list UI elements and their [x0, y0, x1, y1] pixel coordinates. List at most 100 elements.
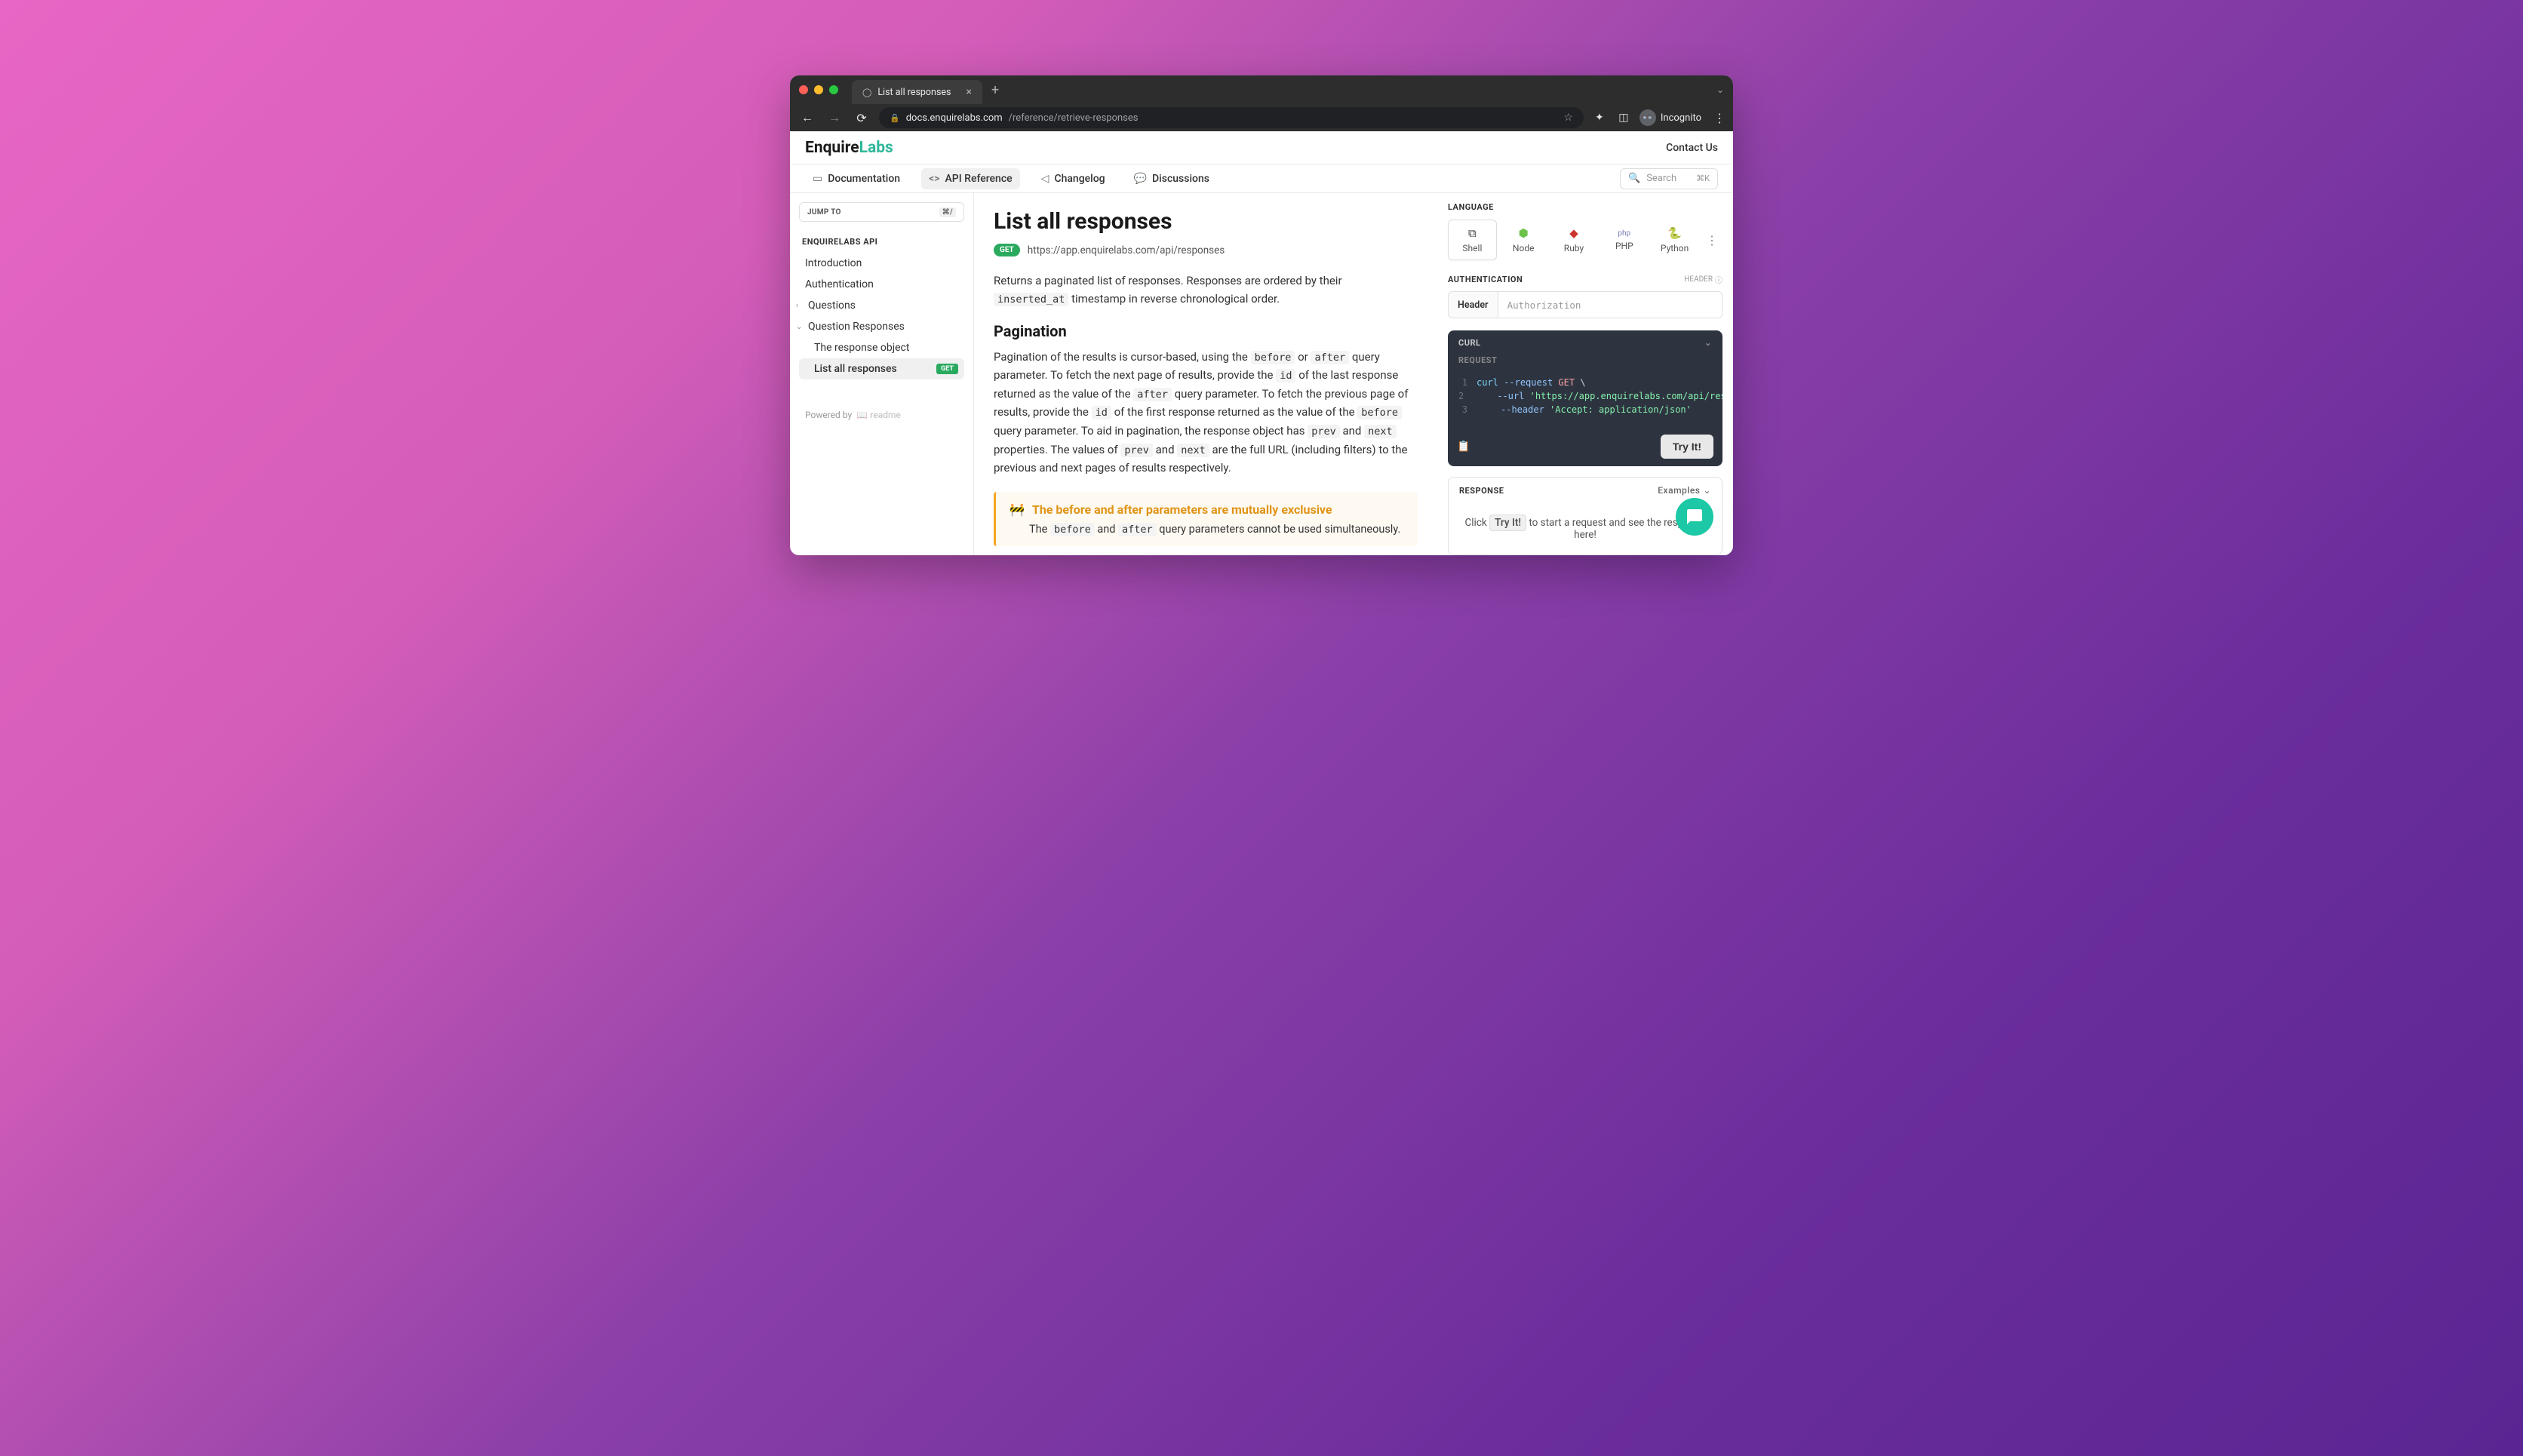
tab-label: Documentation — [828, 173, 900, 185]
try-it-inline: Try It! — [1489, 515, 1526, 531]
auth-header-row: AUTHENTICATION HEADERⓘ — [1448, 274, 1722, 285]
lang-node[interactable]: ⬢Node — [1500, 220, 1547, 260]
response-header: RESPONSE Examples ⌄ — [1449, 478, 1722, 503]
shell-icon: ⧉ — [1468, 226, 1477, 240]
warning-callout: 🚧 The before and after parameters are mu… — [994, 492, 1418, 546]
search-icon: 🔍 — [1628, 173, 1640, 184]
response-label: RESPONSE — [1459, 486, 1504, 496]
lock-icon: 🔒 — [890, 113, 900, 123]
method-badge: GET — [994, 244, 1020, 256]
maximize-window-button[interactable] — [829, 85, 838, 94]
sidebar-item-label: Question Responses — [808, 321, 905, 333]
sidebar-item-label: Introduction — [805, 257, 862, 269]
sidebar-item-label: The response object — [814, 342, 909, 354]
sidebar-item-label: List all responses — [814, 363, 897, 375]
search-input[interactable]: 🔍 Search ⌘K — [1620, 168, 1718, 189]
chevron-down-icon: ⌄ — [1703, 485, 1711, 496]
tab-label: API Reference — [945, 173, 1012, 185]
bookmark-icon[interactable]: ☆ — [1563, 112, 1573, 124]
url-host: docs.enquirelabs.com — [906, 112, 1003, 124]
tab-favicon-icon: ◯ — [862, 88, 871, 97]
request-label: REQUEST — [1448, 355, 1722, 371]
readme-logo-icon: 📖 readme — [856, 410, 901, 420]
jump-to-button[interactable]: JUMP TO ⌘/ — [799, 202, 964, 222]
callout-title: 🚧 The before and after parameters are mu… — [1010, 502, 1404, 517]
auth-field: Header Authorization — [1448, 291, 1722, 318]
page-title: List all responses — [994, 208, 1418, 235]
powered-label: Powered by — [805, 410, 852, 420]
more-languages-icon[interactable]: ⋮ — [1701, 233, 1722, 247]
extensions-icon[interactable]: ✦ — [1591, 112, 1608, 124]
lang-ruby[interactable]: ◆Ruby — [1550, 220, 1598, 260]
sidebar-item-questions[interactable]: ›Questions — [799, 295, 964, 316]
info-icon[interactable]: ⓘ — [1715, 274, 1722, 285]
search-kbd: ⌘K — [1696, 174, 1710, 183]
code-icon: <> — [929, 173, 939, 185]
tab-label: Discussions — [1152, 173, 1209, 185]
browser-tab[interactable]: ◯ List all responses × — [852, 80, 982, 104]
lang-python[interactable]: 🐍Python — [1651, 220, 1698, 260]
incognito-label: Incognito — [1661, 112, 1701, 124]
chat-fab[interactable] — [1676, 498, 1713, 536]
logo[interactable]: EnquireLabs — [805, 139, 893, 157]
reload-button[interactable]: ⟳ — [852, 111, 871, 125]
jump-to-kbd: ⌘/ — [939, 207, 956, 217]
pagination-description: Pagination of the results is cursor-base… — [994, 348, 1418, 478]
chat-bubble-icon — [1686, 508, 1704, 526]
powered-by: Powered by 📖 readme — [799, 410, 964, 420]
sidebar-item-response-object[interactable]: The response object — [799, 337, 964, 358]
chat-icon: 💬 — [1134, 173, 1147, 185]
code-body: 1curl --request GET \ 2--url 'https://ap… — [1448, 371, 1722, 427]
pagination-heading: Pagination — [994, 322, 1418, 340]
try-it-button[interactable]: Try It! — [1661, 435, 1713, 459]
chevron-down-icon: ⌄ — [796, 323, 805, 331]
endpoint-url: https://app.enquirelabs.com/api/response… — [1028, 244, 1225, 256]
inline-code: inserted_at — [994, 293, 1068, 306]
chevron-right-icon: › — [796, 302, 805, 310]
copy-icon[interactable]: 📋 — [1457, 441, 1470, 453]
back-button[interactable]: ← — [797, 110, 817, 125]
code-actions: 📋 Try It! — [1448, 427, 1722, 466]
app-header: EnquireLabs Contact Us — [790, 131, 1733, 164]
get-badge: GET — [936, 364, 958, 374]
nav-tabs: ▭ Documentation <> API Reference ◁ Chang… — [790, 164, 1733, 193]
lang-php[interactable]: phpPHP — [1600, 223, 1648, 257]
close-tab-icon[interactable]: × — [966, 86, 972, 98]
sidebar-item-authentication[interactable]: Authentication — [799, 274, 964, 295]
auth-input[interactable]: Authorization — [1498, 292, 1722, 318]
tab-changelog[interactable]: ◁ Changelog — [1034, 168, 1113, 189]
sidebar-item-list-all-responses[interactable]: List all responses GET — [799, 358, 964, 379]
auth-label: Header — [1449, 292, 1498, 318]
tab-documentation[interactable]: ▭ Documentation — [805, 168, 908, 189]
tabs-menu-icon[interactable]: ⌄ — [1716, 84, 1724, 95]
php-icon: php — [1618, 229, 1630, 238]
logo-part-b: Labs — [859, 139, 893, 157]
sidebar-item-question-responses[interactable]: ⌄Question Responses — [799, 316, 964, 337]
forward-button[interactable]: → — [825, 110, 844, 125]
browser-menu-icon[interactable]: ⋮ — [1713, 111, 1726, 125]
code-header[interactable]: CURL ⌄ — [1448, 330, 1722, 355]
sidebar-item-label: Authentication — [805, 278, 874, 290]
close-window-button[interactable] — [799, 85, 808, 94]
lang-shell[interactable]: ⧉Shell — [1448, 220, 1497, 260]
sidebar-item-introduction[interactable]: Introduction — [799, 253, 964, 274]
endpoint-line: GET https://app.enquirelabs.com/api/resp… — [994, 244, 1418, 256]
panel-icon[interactable]: ◫ — [1615, 112, 1632, 124]
tab-discussions[interactable]: 💬 Discussions — [1126, 168, 1217, 189]
sidebar-heading: ENQUIRELABS API — [802, 237, 961, 247]
address-bar[interactable]: 🔒 docs.enquirelabs.com/reference/retriev… — [879, 107, 1584, 128]
examples-dropdown[interactable]: Examples ⌄ — [1658, 485, 1711, 496]
tab-api-reference[interactable]: <> API Reference — [921, 168, 1020, 189]
logo-part-a: Enquire — [805, 139, 859, 157]
browser-tab-bar: ◯ List all responses × + ⌄ — [790, 75, 1733, 104]
language-heading: LANGUAGE — [1448, 202, 1722, 212]
contact-link[interactable]: Contact Us — [1666, 142, 1718, 154]
new-tab-button[interactable]: + — [991, 82, 999, 98]
sidebar-item-label: Questions — [808, 299, 856, 312]
browser-toolbar: ← → ⟳ 🔒 docs.enquirelabs.com/reference/r… — [790, 104, 1733, 131]
language-selector: ⧉Shell ⬢Node ◆Ruby phpPHP 🐍Python ⋮ — [1448, 220, 1722, 260]
header-info: HEADERⓘ — [1684, 274, 1722, 285]
python-icon: 🐍 — [1667, 226, 1682, 240]
minimize-window-button[interactable] — [814, 85, 823, 94]
book-icon: ▭ — [813, 173, 822, 185]
